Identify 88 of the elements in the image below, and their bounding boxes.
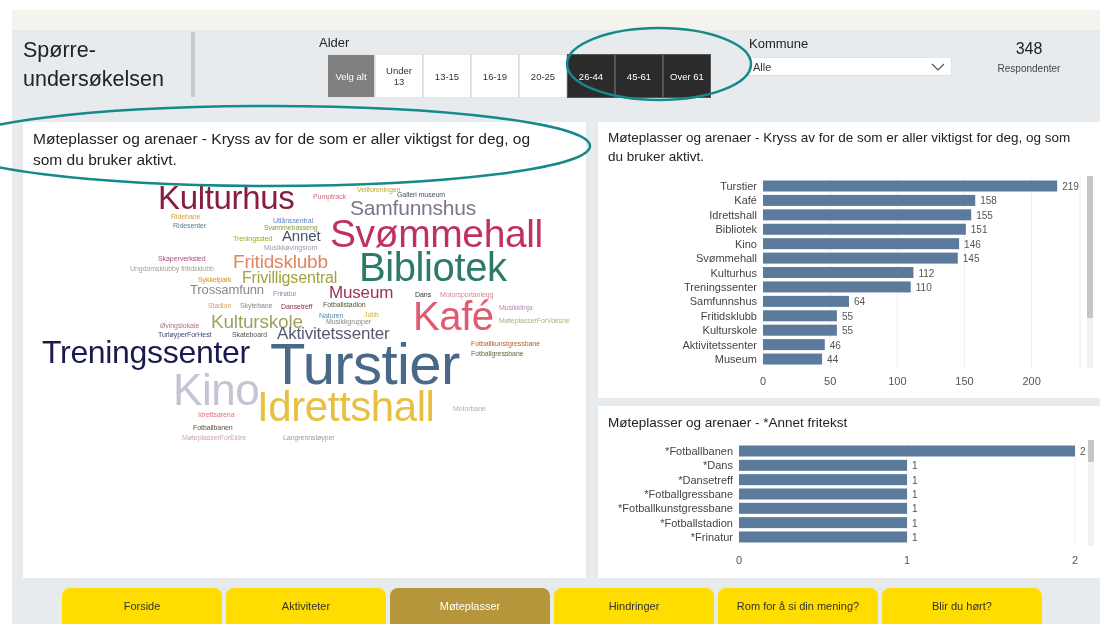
value-label: 64 <box>853 296 866 308</box>
category-label: Aktivitetssenter <box>682 338 757 351</box>
cloud-word: Idrettshall <box>257 389 435 424</box>
value-label: 155 <box>976 209 993 221</box>
category-label: Kulturskole <box>702 324 757 337</box>
category-label: *Fotballkunstgressbane <box>618 502 733 515</box>
value-label: 146 <box>964 238 981 250</box>
category-label: Svømmehall <box>695 252 757 265</box>
cloud-word: Trossamfunn <box>190 285 264 296</box>
category-label: *Frinatur <box>690 531 733 543</box>
value-label: 1 <box>912 460 918 472</box>
category-label: Idrettshall <box>709 208 757 221</box>
scrollbar[interactable] <box>1087 176 1093 368</box>
chart-title: Møteplasser og arenaer - Kryss av for de som er aller viktigst for deg, og som du bruker aktivt. <box>607 129 1072 166</box>
category-label: Kulturhus <box>710 266 757 279</box>
age-option[interactable]: 13-15 <box>423 54 471 98</box>
category-label: Treningssenter <box>684 280 757 293</box>
value-label: 1 <box>912 517 918 529</box>
tick-label: 2 <box>1071 554 1079 566</box>
scrollbar[interactable] <box>1088 440 1094 546</box>
value-label: 2 <box>1080 446 1086 457</box>
nav-tab[interactable]: Hindringer <box>554 588 714 624</box>
cloud-word: Museum <box>329 286 394 300</box>
cloud-word: Turstier <box>270 340 460 388</box>
category-label: Samfunnshus <box>689 295 757 308</box>
age-option[interactable]: 45-61 <box>615 54 663 98</box>
category-label: Kafé <box>734 194 757 207</box>
filter-label: Alder <box>319 35 351 50</box>
value-label: 1 <box>912 489 918 500</box>
category-label: *Fotballbanen <box>665 445 733 457</box>
cloud-word: Frivilligsentral <box>242 272 338 285</box>
value-label: 46 <box>829 339 841 351</box>
filter-label: Kommune <box>749 36 810 51</box>
cloud-word: Kino <box>173 372 260 408</box>
value-label: 112 <box>918 267 935 279</box>
cloud-word: Kulturhus <box>158 185 295 212</box>
report-title: Spørre-undersøkelsen <box>23 32 195 97</box>
value-label: 158 <box>980 195 997 207</box>
category-label: *Fotballgressbane <box>644 488 733 500</box>
age-option[interactable]: Velg alt <box>327 54 375 98</box>
value-label: 219 <box>1062 181 1079 192</box>
respondent-count: 348 <box>1015 40 1043 58</box>
value-label: 110 <box>915 281 932 293</box>
tick-label: 0 <box>735 554 743 566</box>
value-label: 55 <box>841 310 853 322</box>
value-label: 145 <box>962 253 980 265</box>
age-option[interactable]: 26-44 <box>567 54 615 98</box>
nav-tab[interactable]: Forside <box>62 588 222 624</box>
category-label: Museum <box>714 353 757 366</box>
tick-label: 50 <box>824 375 837 387</box>
category-label: *Dansetreff <box>678 473 733 486</box>
chevron-down-icon <box>931 62 945 71</box>
cloud-word: Fritidsklubb <box>233 253 328 269</box>
panel-title: Møteplasser og arenaer - Kryss av for de som er aller viktigst for deg, og som du bruker aktivt. <box>33 129 532 170</box>
value-label: 44 <box>827 354 839 366</box>
cloud-word: Bibliotek <box>359 251 507 284</box>
category-label: *Fotballstadion <box>660 516 733 529</box>
tick-label: 200 <box>1022 375 1041 387</box>
chart-title: Møteplasser og arenaer - *Annet fritekst <box>607 414 849 432</box>
category-label: Kino <box>734 237 757 250</box>
kommune-dropdown[interactable]: Alle <box>748 57 952 76</box>
value-label: 151 <box>970 224 988 236</box>
bar <box>763 353 823 365</box>
value-label: 1 <box>912 474 918 486</box>
category-label: *Dans <box>703 459 733 472</box>
category-label: Bibliotek <box>715 223 757 236</box>
nav-tab[interactable]: Blir du hørt? <box>882 588 1042 624</box>
cloud-word: Treningssenter <box>42 340 250 373</box>
cloud-word: Aktivitetssenter <box>277 327 390 341</box>
value-label: 1 <box>912 532 918 543</box>
tick-label: 100 <box>888 375 907 387</box>
bar <box>763 339 825 351</box>
age-option[interactable]: 20-25 <box>519 54 567 98</box>
age-option[interactable]: Under 13 <box>375 54 423 98</box>
nav-tab[interactable]: Rom for å si din mening? <box>718 588 878 624</box>
value-label: 55 <box>841 325 853 337</box>
respondent-label: Respondenter <box>997 63 1061 74</box>
cloud-word: Svømmehall <box>330 217 543 250</box>
tick-label: 0 <box>759 375 767 387</box>
cloud-word: Samfunnshus <box>350 200 477 218</box>
category-label: Turstier <box>720 180 757 192</box>
category-label: Fritidsklubb <box>700 309 757 322</box>
tick-label: 1 <box>903 554 911 566</box>
age-option[interactable]: Over 61 <box>663 54 711 98</box>
value-label: 1 <box>912 503 918 515</box>
tick-label: 150 <box>955 375 974 387</box>
nav-tab[interactable]: Aktiviteter <box>226 588 386 624</box>
age-option[interactable]: 16-19 <box>471 54 519 98</box>
